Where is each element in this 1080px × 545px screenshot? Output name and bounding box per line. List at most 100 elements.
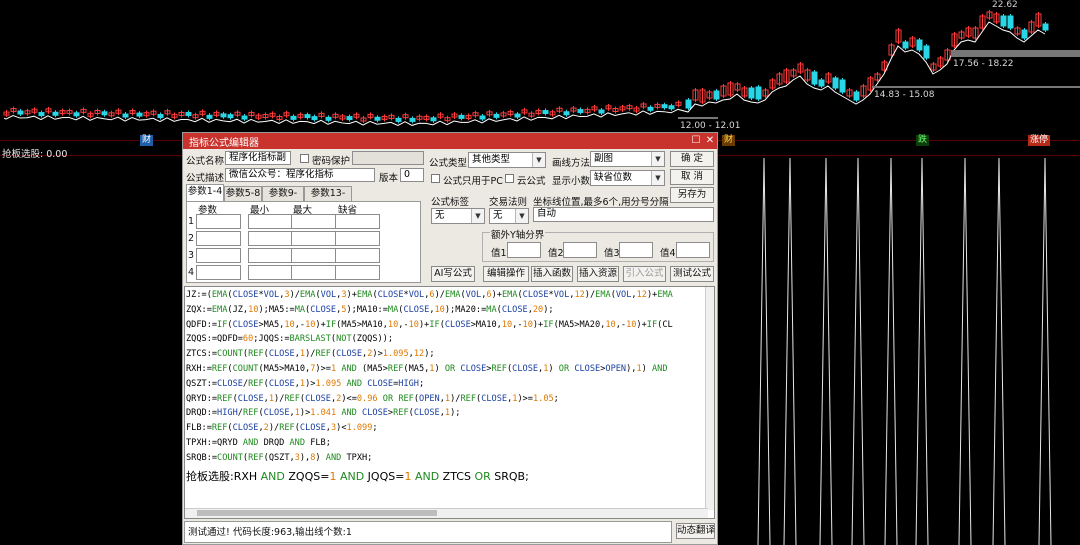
value2-input[interactable] <box>563 242 597 258</box>
formula-type-select[interactable]: 其他类型 ▼ <box>468 152 546 168</box>
param-cell[interactable] <box>335 231 380 246</box>
edit-ops-button[interactable]: 编辑操作 <box>483 266 529 282</box>
save-as-button[interactable]: 另存为 <box>670 187 714 203</box>
param-cell[interactable] <box>248 231 293 246</box>
param-cell[interactable] <box>196 231 241 246</box>
price-range-label-2: 14.83 - 15.08 <box>874 90 935 100</box>
draw-method-label: 画线方法 <box>552 158 591 169</box>
password-checkbox[interactable] <box>300 154 309 163</box>
signal-spike <box>884 157 898 545</box>
insert-resource-button[interactable]: 插入资源 <box>577 266 619 282</box>
maximize-icon[interactable]: ☐ <box>689 134 703 147</box>
code-line: SRQB:=COUNT(REF(QSZT,3),8) AND TPXH; <box>186 452 373 463</box>
cancel-button[interactable]: 取 消 <box>670 169 714 185</box>
candle-body <box>52 111 59 116</box>
formula-code-editor[interactable]: JZ:=(EMA(CLOSE*VOL,3)/EMA(VOL,3)+EMA(CLO… <box>184 286 715 519</box>
version-label: 版本 <box>379 173 399 184</box>
decimals-select[interactable]: 缺省位数 ▼ <box>590 170 665 186</box>
formula-tag-select[interactable]: 无 ▼ <box>431 208 485 224</box>
ai-write-button[interactable]: AI写公式 <box>431 266 475 282</box>
candle-body <box>220 113 227 118</box>
candle-body <box>647 106 654 111</box>
signal-spike <box>915 157 929 545</box>
param-cell[interactable] <box>196 265 241 280</box>
candle-body <box>916 39 923 51</box>
decimals-label: 显示小数 <box>552 176 591 187</box>
candle-body <box>811 71 818 85</box>
tab-params-13-16[interactable]: 参数13-16 <box>304 186 352 213</box>
insert-function-button[interactable]: 插入函数 <box>531 266 573 282</box>
param-cell[interactable] <box>291 248 336 263</box>
signal-spike <box>992 157 1006 545</box>
editor-vertical-scrollbar[interactable] <box>705 287 714 510</box>
value3-input[interactable] <box>619 242 653 258</box>
candle-body <box>713 90 720 100</box>
formula-name-input[interactable]: 程序化指标副 <box>225 151 291 165</box>
param-cell[interactable] <box>291 214 336 229</box>
tab-params-9-12[interactable]: 参数9-12 <box>262 186 304 213</box>
candle-body <box>241 115 248 120</box>
limit-up-tag[interactable]: 涨停 <box>1028 135 1051 146</box>
tab-params-5-8[interactable]: 参数5-8 <box>224 186 262 201</box>
value3-label: 值3 <box>604 248 620 259</box>
candle-body <box>661 104 668 109</box>
dialog-title: 指标公式编辑器 <box>189 138 259 149</box>
candle-body <box>839 79 846 93</box>
param-cell[interactable] <box>248 214 293 229</box>
value4-label: 值4 <box>660 248 676 259</box>
candle-body <box>157 114 164 119</box>
test-formula-button[interactable]: 测试公式 <box>670 266 714 282</box>
candle-body <box>17 110 24 115</box>
cloud-checkbox[interactable] <box>505 174 514 183</box>
candle-body <box>1000 15 1007 27</box>
coord-line-input[interactable]: 自动 <box>533 207 714 222</box>
code-line: ZTCS:=COUNT(REF(CLOSE,1)/REF(CLOSE,2)>1.… <box>186 349 435 360</box>
pc-only-checkbox[interactable] <box>431 174 440 183</box>
editor-horizontal-scrollbar[interactable] <box>185 508 708 518</box>
param-row-1: 1 <box>188 216 195 227</box>
code-line: QDFD:=IF(CLOSE>MA5,10,-10)+IF(MA5>MA10,1… <box>186 319 673 330</box>
value4-input[interactable] <box>676 242 710 258</box>
ok-button[interactable]: 确 定 <box>670 151 714 167</box>
candle-body <box>923 45 930 59</box>
formula-desc-label: 公式描述 <box>186 173 225 184</box>
param-cell[interactable] <box>335 248 380 263</box>
range-bar-3 <box>678 117 718 119</box>
candle-body <box>38 112 45 117</box>
price-range-label-1: 17.56 - 18.22 <box>953 59 1014 69</box>
param-cell[interactable] <box>248 265 293 280</box>
close-icon[interactable]: ✕ <box>703 134 717 147</box>
code-line: 抢板选股:RXH AND ZQQS=1 AND JQQS=1 AND ZTCS … <box>186 469 529 483</box>
candle-body <box>409 117 416 122</box>
candle-body <box>101 111 108 116</box>
dialog-titlebar[interactable]: 指标公式编辑器 ☐ ✕ <box>183 133 717 149</box>
signal-spike <box>819 157 833 545</box>
param-row-2: 2 <box>188 233 195 244</box>
finance-tag-2[interactable]: 财 <box>722 135 736 146</box>
candle-body <box>1007 15 1014 29</box>
param-cell[interactable] <box>248 248 293 263</box>
param-cell[interactable] <box>335 265 380 280</box>
param-cell[interactable] <box>196 248 241 263</box>
down-tag[interactable]: 跌 <box>916 135 930 146</box>
finance-tag-1[interactable]: 财 <box>140 135 154 146</box>
import-formula-button[interactable]: 引入公式 <box>623 266 666 282</box>
coord-line-label: 坐标线位置,最多6个,用分号分隔 <box>533 197 669 208</box>
signal-spike <box>757 157 771 545</box>
pc-only-label: 公式只用于PC <box>443 176 503 187</box>
param-cell[interactable] <box>196 214 241 229</box>
draw-method-select[interactable]: 副图 ▼ <box>590 151 665 167</box>
tab-params-1-4[interactable]: 参数1-4 <box>186 184 224 201</box>
param-cell[interactable] <box>335 214 380 229</box>
param-cell[interactable] <box>291 265 336 280</box>
version-input[interactable]: 0 <box>400 168 424 182</box>
code-line: JZ:=(EMA(CLOSE*VOL,3)/EMA(VOL,3)+EMA(CLO… <box>186 290 673 300</box>
value1-input[interactable] <box>507 242 541 258</box>
password-input[interactable] <box>352 151 424 165</box>
trade-rule-select[interactable]: 无 ▼ <box>489 208 529 224</box>
param-row-3: 3 <box>188 250 195 261</box>
formula-desc-input[interactable]: 微信公众号：程序化指标 <box>225 168 375 182</box>
formula-name-label: 公式名称 <box>186 156 225 167</box>
dynamic-translate-button[interactable]: 动态翻译 <box>676 523 715 539</box>
param-cell[interactable] <box>291 231 336 246</box>
